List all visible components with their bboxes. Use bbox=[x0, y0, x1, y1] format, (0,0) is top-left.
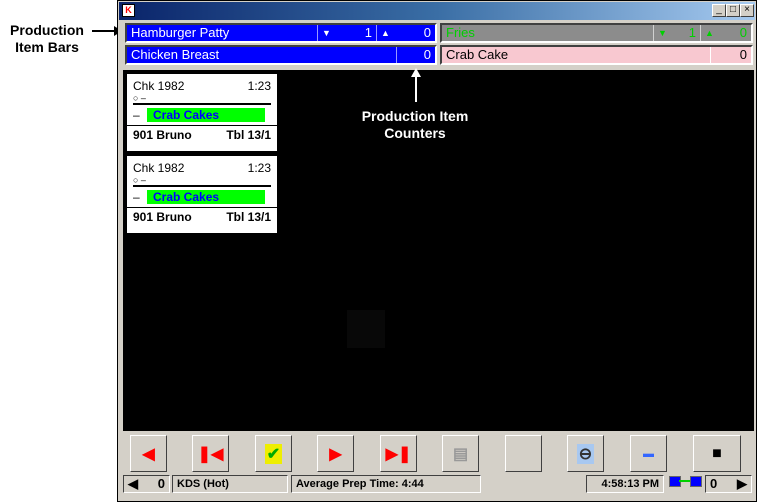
item-dash: – bbox=[133, 190, 140, 204]
server: 901 Bruno bbox=[133, 210, 192, 224]
previous-button[interactable]: ◀ bbox=[130, 435, 167, 472]
arrow-head-icon bbox=[411, 68, 421, 77]
check-number: Chk 1982 bbox=[133, 79, 185, 93]
summary-icon: ▬ bbox=[643, 447, 654, 460]
table: Tbl 13/1 bbox=[226, 128, 271, 142]
item-name: Hamburger Patty bbox=[131, 25, 230, 40]
document-icon: ▤ bbox=[452, 445, 469, 463]
exit-button[interactable]: ■ bbox=[693, 435, 741, 472]
up-counter: ▲ 0 bbox=[700, 25, 751, 41]
bump-button[interactable]: ✔ bbox=[255, 435, 292, 472]
next-count-button[interactable]: 0 ▶ bbox=[705, 475, 752, 493]
order-ticket[interactable]: Chk 1982 1:23 ○ – – Crab Cakes 901 Bruno Tb… bbox=[127, 74, 277, 151]
item-counter: 0 bbox=[710, 47, 751, 63]
production-bar-hamburger-patty[interactable]: Hamburger Patty ▼ 1 ▲ 0 bbox=[125, 23, 437, 43]
down-counter: ▼ 1 bbox=[317, 25, 376, 41]
blank-button[interactable] bbox=[505, 435, 542, 472]
annotation-bars: Production Item Bars bbox=[10, 22, 84, 55]
item-name: Chicken Breast bbox=[131, 47, 220, 62]
next-button[interactable]: ▶ bbox=[317, 435, 354, 472]
recall-button[interactable]: ▤ bbox=[442, 435, 479, 472]
order-ticket[interactable]: Chk 1982 1:23 ○ – – Crab Cakes 901 Bruno Tb… bbox=[127, 156, 277, 233]
arrow-right-icon: ▶ bbox=[329, 445, 342, 463]
production-bar-fries[interactable]: Fries ▼ 1 ▲ 0 bbox=[440, 23, 753, 43]
arrow-left-icon: ◀ bbox=[142, 445, 155, 463]
up-counter: ▲ 0 bbox=[376, 25, 435, 41]
summary-button[interactable]: ▬ bbox=[630, 435, 667, 472]
previous-count: 0 bbox=[157, 476, 165, 491]
empty-panel bbox=[347, 310, 385, 348]
clock: 4:58:13 PM bbox=[586, 475, 664, 493]
annotation-counters: Production Item Counters bbox=[361, 108, 469, 141]
item-name: Crab Cake bbox=[446, 47, 509, 62]
check-number: Chk 1982 bbox=[133, 161, 185, 175]
item-counter: 0 bbox=[396, 47, 435, 63]
production-bar-crab-cake[interactable]: Crab Cake 0 bbox=[440, 45, 753, 65]
production-bar-chicken-breast[interactable]: Chicken Breast 0 bbox=[125, 45, 437, 65]
close-button[interactable]: × bbox=[740, 4, 754, 17]
minimize-button[interactable]: _ bbox=[712, 4, 726, 17]
elapsed-time: 1:23 bbox=[247, 79, 271, 93]
title-bar: K bbox=[119, 2, 755, 20]
annotation-arrow bbox=[415, 76, 417, 102]
arrow-left-icon: ◀ bbox=[128, 476, 138, 491]
table: Tbl 13/1 bbox=[226, 210, 271, 224]
arrow-right-icon: ▶ bbox=[737, 476, 747, 491]
next-count: 0 bbox=[710, 476, 718, 491]
item-dash: – bbox=[133, 108, 140, 122]
previous-count-button[interactable]: ◀ 0 bbox=[123, 475, 170, 493]
arrow-first-icon: ❚◀ bbox=[197, 445, 224, 463]
modifier-line: ○ – bbox=[133, 175, 271, 187]
last-page-button[interactable]: ▶❚ bbox=[380, 435, 417, 472]
ticket-item[interactable]: Crab Cakes bbox=[147, 190, 265, 204]
station-name: KDS (Hot) bbox=[172, 475, 288, 493]
app-icon: K bbox=[122, 4, 135, 17]
network-status-icon bbox=[669, 476, 702, 492]
driver-button[interactable]: ⊖ bbox=[567, 435, 604, 472]
first-page-button[interactable]: ❚◀ bbox=[192, 435, 229, 472]
ticket-item[interactable]: Crab Cakes bbox=[147, 108, 265, 122]
exit-icon: ■ bbox=[712, 444, 722, 462]
checkmark-clipboard-icon: ✔ bbox=[264, 443, 283, 464]
item-name: Fries bbox=[446, 25, 475, 40]
arrow-last-icon: ▶❚ bbox=[385, 445, 412, 463]
elapsed-time: 1:23 bbox=[247, 161, 271, 175]
maximize-button[interactable]: □ bbox=[726, 4, 740, 17]
server: 901 Bruno bbox=[133, 128, 192, 142]
down-counter: ▼ 1 bbox=[653, 25, 700, 41]
modifier-line: ○ – bbox=[133, 93, 271, 105]
average-prep-time: Average Prep Time: 4:44 bbox=[291, 475, 481, 493]
steering-wheel-icon: ⊖ bbox=[576, 443, 595, 464]
